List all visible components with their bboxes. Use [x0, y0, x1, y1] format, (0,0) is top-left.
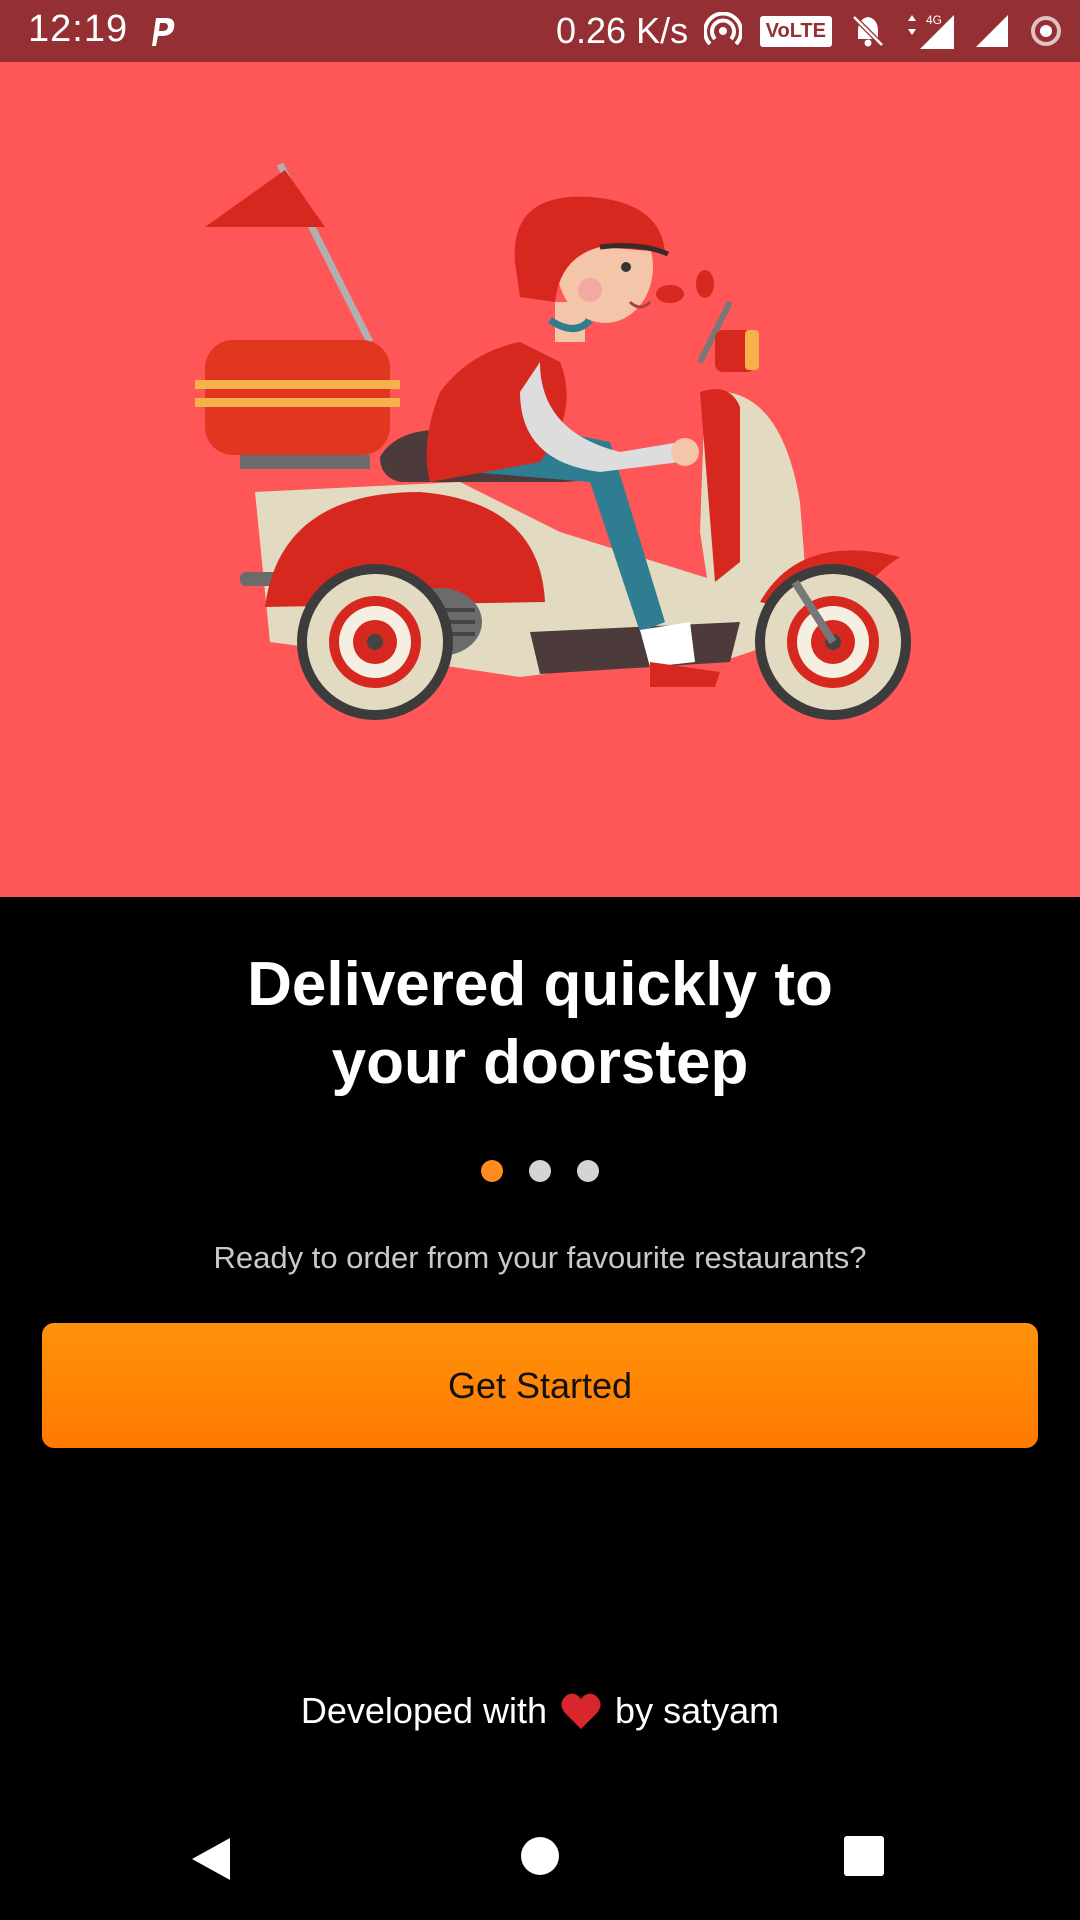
volte-icon: VoLTE	[759, 15, 832, 47]
footer-credit: Developed with by satyam	[0, 1690, 1080, 1732]
headline-line-1: Delivered quickly to	[247, 950, 833, 1019]
headline: Delivered quickly to your doorstep	[0, 946, 1080, 1102]
page-dot-3[interactable]	[577, 1160, 599, 1182]
signal-icon	[976, 15, 1008, 47]
svg-text:4G: 4G	[926, 13, 942, 27]
home-button[interactable]	[521, 1837, 559, 1875]
system-nav-bar	[0, 1800, 1080, 1920]
status-bar: 12:19 0.26 K/s VoLTE 4G	[0, 0, 1080, 62]
bell-muted-icon	[852, 15, 884, 47]
recents-button[interactable]	[844, 1836, 884, 1876]
status-time: 12:19	[28, 8, 129, 50]
page-indicator	[0, 1160, 1080, 1182]
parking-app-icon	[152, 18, 175, 46]
get-started-button[interactable]: Get Started	[42, 1323, 1038, 1448]
page-dot-2[interactable]	[529, 1160, 551, 1182]
page-dot-1[interactable]	[481, 1160, 503, 1182]
hero-banner	[0, 62, 1080, 897]
headline-line-2: your doorstep	[331, 1028, 749, 1097]
back-button[interactable]	[190, 1836, 232, 1882]
signal-4g-icon: 4G	[908, 13, 954, 49]
hotspot-icon	[703, 12, 742, 46]
footer-prefix: Developed with	[300, 1690, 548, 1731]
subtitle: Ready to order from your favourite resta…	[213, 1240, 867, 1275]
delivery-scooter-illustration	[195, 162, 911, 720]
network-speed: 0.26 K/s	[556, 10, 689, 51]
heart-icon	[561, 1693, 601, 1729]
footer-suffix: by satyam	[615, 1690, 780, 1731]
data-saver-icon	[1031, 16, 1061, 46]
